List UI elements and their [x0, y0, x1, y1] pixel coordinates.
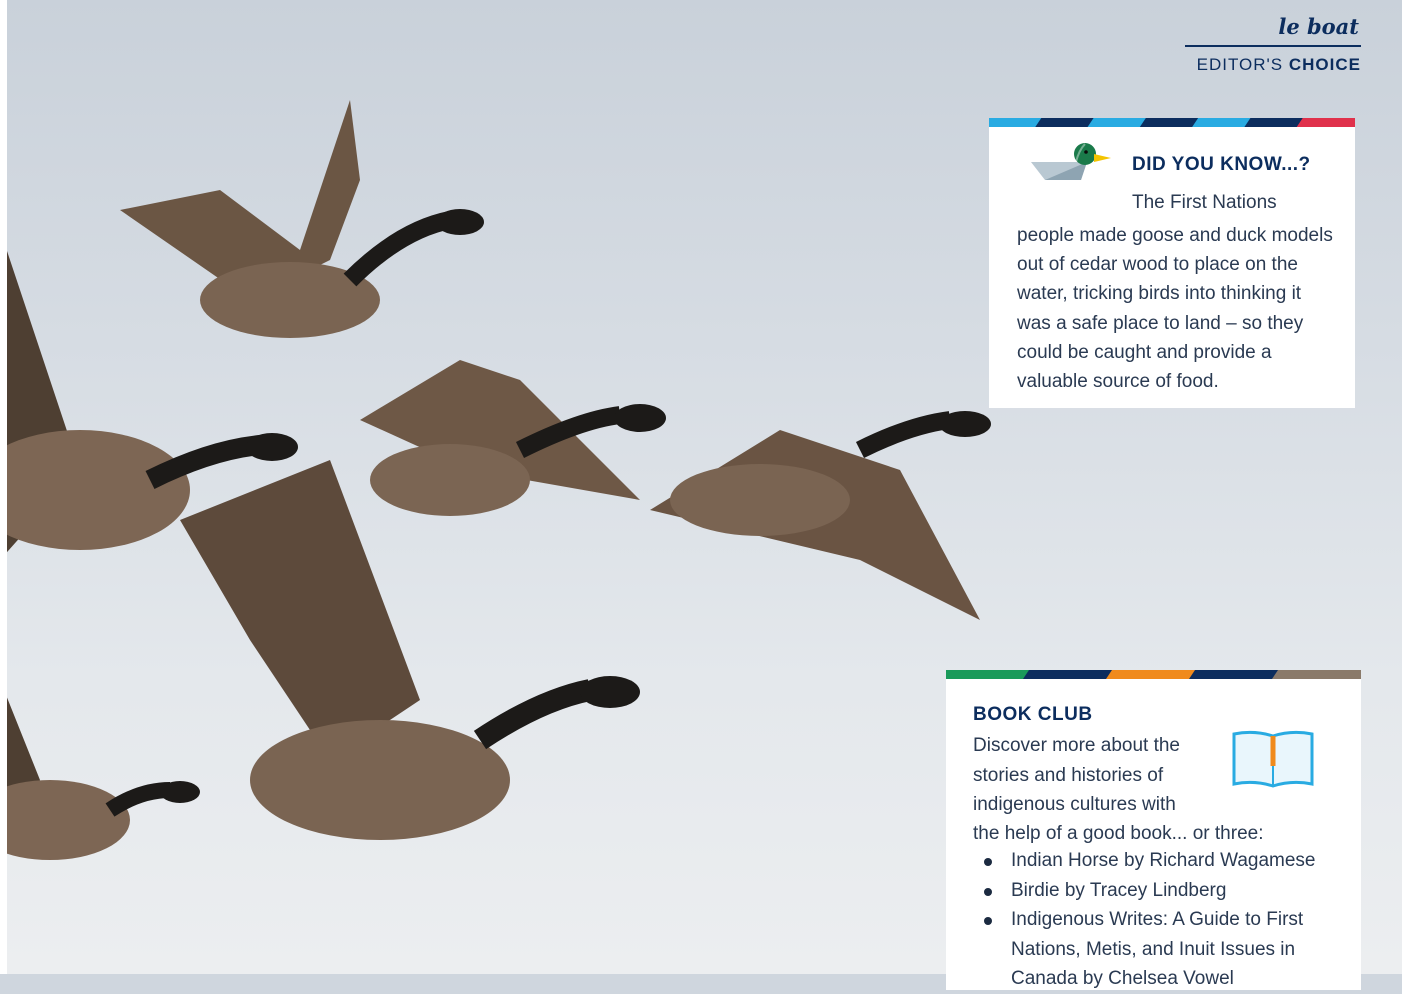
stripe-segment: [1189, 670, 1284, 679]
subtitle-prefix: EDITOR'S: [1196, 55, 1284, 74]
book-club-card: BOOK CLUB Discover more about the storie…: [946, 670, 1361, 990]
stripe-segment: [1296, 118, 1355, 127]
stripe-graphic: [989, 118, 1355, 127]
book-list-item: Indigenous Writes: A Guide to First Nati…: [973, 905, 1353, 994]
book-list: Indian Horse by Richard Wagamese Birdie …: [973, 846, 1353, 994]
stripe-segment: [1106, 670, 1201, 679]
card-color-stripe: [946, 670, 1361, 679]
brand-subtitle: EDITOR'S CHOICE: [1185, 55, 1361, 75]
book-club-intro: Discover more about the stories and hist…: [973, 735, 1180, 815]
did-you-know-title: DID YOU KNOW...?: [1132, 154, 1311, 175]
did-you-know-first-line: The First Nations: [1132, 192, 1277, 213]
brand-header: le boat EDITOR'S CHOICE: [1185, 14, 1361, 75]
did-you-know-card: DID YOU KNOW...? The First Nations peopl…: [989, 118, 1355, 408]
stripe-segment: [1023, 670, 1118, 679]
card-color-stripe: [989, 118, 1355, 127]
book-club-intro-last: the help of a good book... or three:: [973, 823, 1264, 844]
stripe-graphic: [946, 670, 1361, 679]
brand-divider: [1185, 45, 1361, 47]
book-list-item: Indian Horse by Richard Wagamese: [973, 846, 1353, 876]
page-edge: [0, 0, 7, 974]
stripe-segment: [946, 670, 1035, 679]
subtitle-bold: CHOICE: [1288, 55, 1361, 74]
duck-decoy-icon: [1031, 143, 1111, 180]
open-book-icon: [1232, 730, 1314, 788]
book-club-title: BOOK CLUB: [973, 704, 1093, 725]
stripe-segment: [1272, 670, 1361, 679]
did-you-know-body: people made goose and duck models out of…: [1017, 225, 1333, 393]
book-list-item: Birdie by Tracey Lindberg: [973, 876, 1353, 906]
brand-logo: le boat: [1278, 14, 1359, 39]
